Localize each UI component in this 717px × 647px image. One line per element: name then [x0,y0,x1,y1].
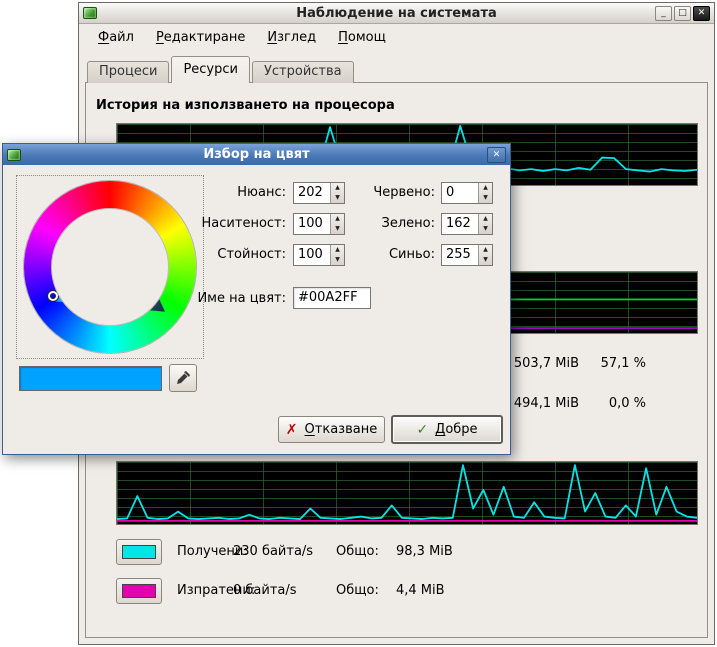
value-spin-buttons: ▲▼ [330,245,344,265]
spin-up-icon[interactable]: ▲ [479,214,492,224]
spin-down-icon[interactable]: ▼ [479,193,492,203]
value-value: 100 [294,245,330,265]
spin-down-icon[interactable]: ▼ [479,255,492,265]
menubar: Файл Редактиране Изглед Помощ [79,24,714,50]
desktop: Наблюдение на системата _ □ ✕ Файл Редак… [0,0,717,647]
tab-resources[interactable]: Ресурси [171,56,250,83]
spin-down-icon[interactable]: ▼ [331,224,344,234]
sent-total-label: Общо: [336,583,379,598]
sent-color-button[interactable] [116,578,162,604]
saturation-spinner[interactable]: 100 ▲▼ [293,213,345,235]
red-spin-buttons: ▲▼ [478,183,492,203]
swap-used-percent: 0,0 % [581,396,646,411]
ok-button-label: Добре [435,422,477,437]
main-window-title: Наблюдение на системата [79,6,714,21]
blue-spin-buttons: ▲▼ [478,245,492,265]
hue-spinner[interactable]: 202 ▲▼ [293,182,345,204]
hue-label: Нюанс: [153,185,286,201]
green-spin-buttons: ▲▼ [478,214,492,234]
spin-up-icon[interactable]: ▲ [479,183,492,193]
saturation-spin-buttons: ▲▼ [330,214,344,234]
spin-up-icon[interactable]: ▲ [331,183,344,193]
ok-button[interactable]: ✓ Добре [391,415,503,444]
ok-icon: ✓ [416,422,428,438]
notebook-tabs: Процеси Ресурси Устройства [87,57,356,83]
hue-value: 202 [294,183,330,203]
blue-value: 255 [442,245,478,265]
dialog-icon [7,149,21,161]
spin-down-icon[interactable]: ▼ [331,255,344,265]
dialog-close-icon[interactable]: ✕ [487,147,506,163]
dialog-title: Избор на цвят [3,147,510,162]
color-name-input[interactable]: #00A2FF [293,287,371,309]
spin-up-icon[interactable]: ▲ [331,214,344,224]
spin-down-icon[interactable]: ▼ [331,193,344,203]
value-spinner[interactable]: 100 ▲▼ [293,244,345,266]
blue-label: Синьо: [348,247,435,263]
spin-down-icon[interactable]: ▼ [479,224,492,234]
menu-edit[interactable]: Редактиране [145,27,256,48]
maximize-icon[interactable]: □ [674,6,691,21]
received-total-label: Общо: [336,544,379,559]
saturation-value-triangle[interactable] [24,181,196,353]
red-spinner[interactable]: 0 ▲▼ [441,182,493,204]
menu-help[interactable]: Помощ [327,27,397,48]
spin-up-icon[interactable]: ▲ [331,245,344,255]
memory-used-percent: 57,1 % [581,356,646,371]
received-color-button[interactable] [116,539,162,565]
dialog-titlebar[interactable]: Избор на цвят ✕ [3,144,510,165]
cancel-icon: ✗ [286,422,298,438]
received-rate: 230 байта/s [233,544,313,559]
menu-file[interactable]: Файл [87,27,145,48]
eyedropper-button[interactable] [169,364,197,392]
sent-total: 4,4 MiB [396,583,445,598]
received-total: 98,3 MiB [396,544,453,559]
cancel-button[interactable]: ✗ Отказване [278,416,385,443]
value-label: Стойност: [153,247,286,263]
sent-color-swatch [122,584,156,598]
eyedropper-icon [175,370,191,386]
color-picker-dialog: Избор на цвят ✕ Нюанс: 202 ▲▼ Наситеност… [2,143,511,455]
green-value: 162 [442,214,478,234]
hue-spin-buttons: ▲▼ [330,183,344,203]
green-spinner[interactable]: 162 ▲▼ [441,213,493,235]
main-titlebar[interactable]: Наблюдение на системата _ □ ✕ [79,3,714,24]
color-selection-marker[interactable] [48,291,58,301]
green-label: Зелено: [348,216,435,232]
window-controls: _ □ ✕ [655,6,710,21]
hue-wheel[interactable] [24,181,196,353]
network-history-chart [116,461,698,525]
app-icon [83,7,97,19]
menu-view[interactable]: Изглед [256,27,327,48]
tab-processes[interactable]: Процеси [87,61,169,83]
received-color-swatch [122,545,156,559]
blue-spinner[interactable]: 255 ▲▼ [441,244,493,266]
saturation-label: Наситеност: [153,216,286,232]
tab-devices[interactable]: Устройства [252,61,354,83]
color-preview [19,366,162,391]
red-label: Червено: [348,185,435,201]
sent-rate: 0 байта/s [233,583,297,598]
close-icon[interactable]: ✕ [693,6,710,21]
cancel-button-label: Отказване [305,422,378,437]
cpu-history-heading: История на използването на процесора [96,98,395,113]
spin-up-icon[interactable]: ▲ [479,245,492,255]
saturation-value: 100 [294,214,330,234]
red-value: 0 [442,183,478,203]
minimize-icon[interactable]: _ [655,6,672,21]
color-name-label: Име на цвят: [153,291,286,307]
